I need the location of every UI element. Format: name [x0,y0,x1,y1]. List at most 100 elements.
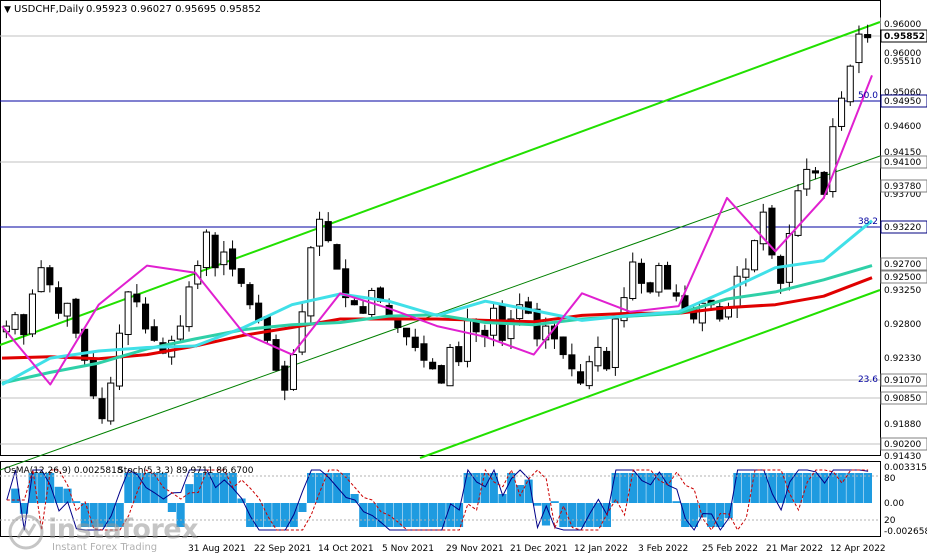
x-tick-label: 5 Nov 2021 [382,544,434,554]
candle-body [176,325,184,340]
fib-label-50: 50.0 [858,91,878,101]
level-price-label: 0.93220 [884,223,921,233]
osma-bar [481,473,490,503]
osma-axis-top: 0.0033155 [884,463,927,473]
candle-body [350,300,358,306]
osma-bar [454,503,464,527]
osma-bar [220,473,229,503]
candle-body [246,284,254,306]
x-tick-label: 22 Sep 2021 [254,544,311,554]
candle-body [455,346,463,363]
level-price-label: 0.90850 [884,394,921,404]
osma-bar [837,473,846,503]
level-price-label: 0.92700 [884,260,921,270]
osma-bar [394,503,403,527]
osma-bar [376,503,385,527]
y-tick-label: 0.93250 [884,286,921,296]
candle-body [855,33,863,64]
level-price-label: 0.91070 [884,376,921,386]
instaforex-watermark: instaforex Instant Forex Trading [8,512,199,556]
osma-bar [594,503,603,527]
candle-body [55,287,63,314]
candle-body [568,354,576,370]
candle-body [229,248,237,270]
osma-bar [420,503,429,527]
stoch-level-20-label: 20 [884,516,896,526]
osma-bar [698,503,707,518]
candle-body [846,65,854,103]
osma-bar [237,498,246,503]
x-tick-label: 25 Feb 2022 [702,544,758,554]
candle-body [333,244,341,270]
price-chart[interactable]: 50.0 38.2 23.6 ▼ USDCHF,Daily 0.95923 0.… [0,0,927,557]
candle-body [133,293,141,303]
level-price-label: 0.96000 [884,20,921,30]
candle-body [664,264,672,290]
osma-bar [707,503,716,527]
osma-axis-zero: 0.00 [884,499,904,509]
y-tick-label: 0.92800 [884,320,921,330]
candle-body [672,292,680,297]
x-tick-label: 29 Nov 2021 [446,544,504,554]
candle-body [655,265,663,293]
osma-bar [446,503,455,527]
osma-bar [811,473,820,503]
symbol-icon: ▼ [4,5,11,15]
candle-body [403,327,411,338]
osma-bar [150,473,159,503]
candle-body [811,170,819,174]
osma-bar [533,503,542,506]
current-price-label: 0.95852 [884,32,925,42]
candle-body [751,240,759,271]
fib-label-382: 38.2 [858,217,878,227]
candle-body [142,303,150,330]
osma-bar [133,473,142,503]
instaforex-logo-icon [8,514,44,550]
candle-body [611,318,619,368]
osma-bar [646,473,655,503]
osma-label: OsMA(12,26,9) 0.0025818 [4,466,123,476]
osma-bar [846,473,855,503]
osma-bar [72,501,81,503]
candle-body [394,319,402,329]
osma-bar [655,473,664,503]
y-tick-label: 0.94600 [884,122,921,132]
level-price-label: 0.94100 [884,158,921,168]
candle-body [411,336,419,348]
candle-body [742,268,750,278]
candle-body [20,314,28,336]
candle-body [864,34,872,39]
candle-body [211,234,219,269]
osma-axis-bottom: -0.002658 [884,527,927,537]
candle-body [150,326,158,341]
candle-body [785,233,793,283]
osma-bar [672,501,681,503]
candle-body [446,346,454,387]
osma-bar [350,494,359,503]
y-tick-label: 0.92330 [884,354,921,364]
candle-body [437,365,445,384]
osma-bar [689,503,698,527]
candle-body [185,286,193,328]
osma-bar [263,503,272,527]
osma-bar [802,473,812,503]
osma-bar [550,501,559,503]
osma-bar [193,473,203,503]
candle-body [577,371,585,384]
candle-body [237,268,245,284]
x-tick-label: 3 Feb 2022 [638,544,688,554]
osma-bar [63,488,72,503]
candle-body [629,261,637,299]
osma-bar [620,473,629,503]
candle-body [28,293,36,335]
chart-ohlc-label: 0.95923 0.96027 0.95695 0.95852 [86,4,261,15]
y-tick-label: 0.91430 [884,452,921,462]
osma-bar [272,503,281,527]
candle-body [838,97,846,127]
osma-bar [411,503,420,527]
candle-body [202,231,210,269]
osma-bar [167,503,176,512]
candle-body [324,221,332,242]
candle-body [559,336,567,356]
level-price-label: 0.93780 [884,182,921,192]
